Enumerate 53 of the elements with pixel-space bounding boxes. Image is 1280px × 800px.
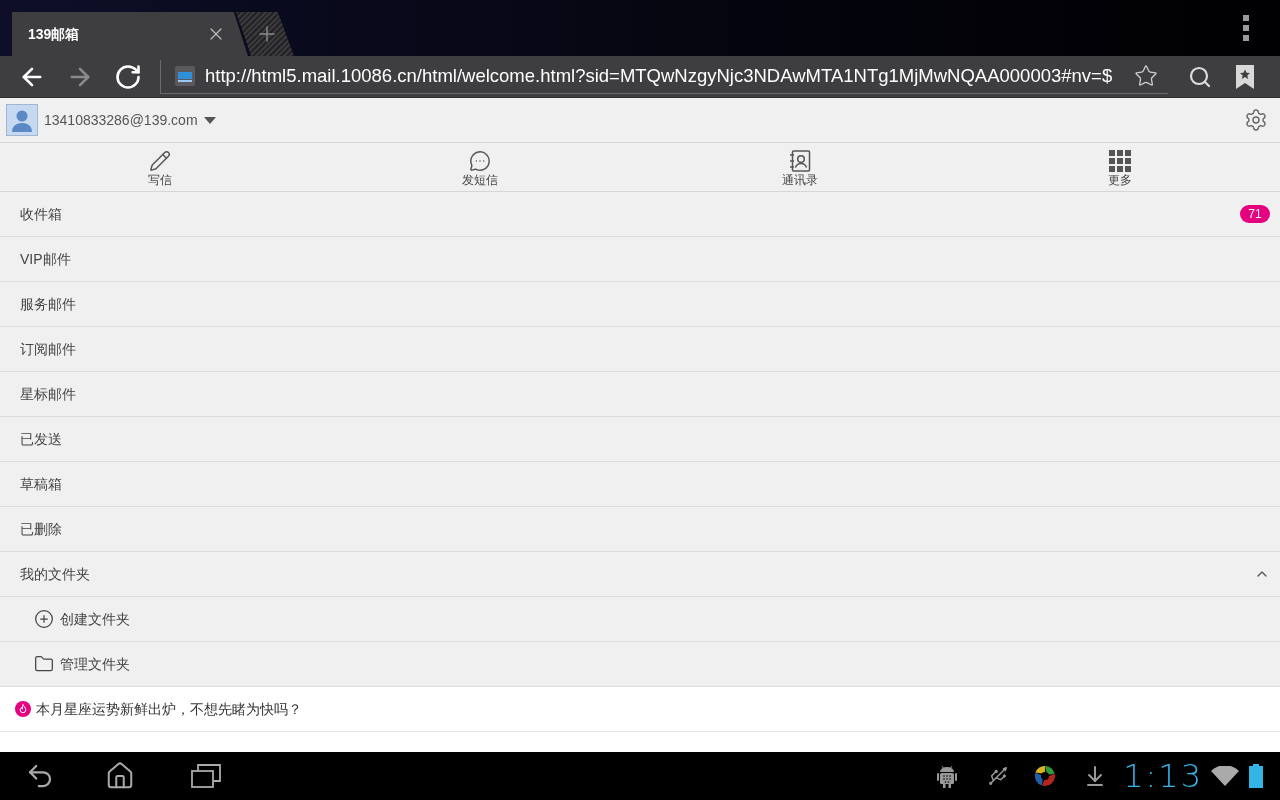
folder-label: 已发送 <box>20 429 62 449</box>
toolbar-button[interactable]: 发短信 <box>320 143 640 191</box>
folder-label: 星标邮件 <box>20 384 76 404</box>
folder-item[interactable]: VIP邮件 <box>0 237 1280 282</box>
colorful-circle-icon[interactable] <box>1035 766 1056 786</box>
clock-time: 1:13 <box>1123 760 1203 792</box>
settings-icon[interactable] <box>1244 108 1268 132</box>
caret-down-icon <box>203 116 216 124</box>
folder-group-header[interactable]: 我的文件夹 <box>0 552 1280 597</box>
folder-label: 草稿箱 <box>20 474 62 494</box>
folder-item[interactable]: 订阅邮件 <box>0 327 1280 372</box>
browser-tab[interactable]: 139邮箱 <box>12 12 248 56</box>
folder-action-item[interactable]: 创建文件夹 <box>0 597 1280 642</box>
home-icon[interactable] <box>105 761 135 791</box>
toolbar-button[interactable]: 更多 <box>960 143 1280 191</box>
folder-group-label: 我的文件夹 <box>20 564 90 584</box>
folder-item[interactable]: 已发送 <box>0 417 1280 462</box>
folder-icon <box>34 654 54 674</box>
unread-count-badge: 71 <box>1240 205 1270 223</box>
folder-label: 已删除 <box>20 519 62 539</box>
folder-label: 订阅邮件 <box>20 339 76 359</box>
reload-icon <box>114 62 142 91</box>
recent-apps-icon[interactable] <box>191 764 221 788</box>
usb-icon[interactable] <box>987 765 1010 787</box>
folder-action-label: 管理文件夹 <box>60 654 130 674</box>
address-book-icon <box>789 149 811 172</box>
folder-item[interactable]: 已删除 <box>0 507 1280 552</box>
menu-icon[interactable] <box>1243 15 1249 41</box>
folder-label: 服务邮件 <box>20 294 76 314</box>
folder-label: VIP邮件 <box>20 249 71 269</box>
wifi-signal-icon <box>1211 766 1239 786</box>
site-favicon <box>175 66 195 86</box>
folder-item[interactable]: 服务邮件 <box>0 282 1280 327</box>
flame-icon <box>15 701 31 717</box>
chat-bubble-icon <box>469 149 491 172</box>
folder-action-label: 创建文件夹 <box>60 609 130 629</box>
bookmark-star-icon[interactable] <box>1134 64 1158 88</box>
toolbar-button[interactable]: 写信 <box>0 143 320 191</box>
folder-item[interactable]: 星标邮件 <box>0 372 1280 417</box>
pencil-icon <box>149 149 171 172</box>
avatar-icon[interactable] <box>6 104 38 136</box>
folder-action-item[interactable]: 管理文件夹 <box>0 642 1280 687</box>
grid-icon <box>1109 149 1131 172</box>
search-icon[interactable] <box>1188 64 1212 89</box>
account-dropdown[interactable]: 13410833286@139.com <box>44 109 216 131</box>
android-robot-icon[interactable] <box>937 764 958 788</box>
folder-item[interactable]: 草稿箱 <box>0 462 1280 507</box>
folder-label: 收件箱 <box>20 204 62 224</box>
bookmarks-icon[interactable] <box>1236 64 1254 89</box>
battery-icon <box>1249 764 1263 788</box>
folder-item[interactable]: 收件箱 71 <box>0 192 1280 237</box>
toolbar-button[interactable]: 通讯录 <box>640 143 960 191</box>
plus-circle-icon <box>34 609 54 629</box>
